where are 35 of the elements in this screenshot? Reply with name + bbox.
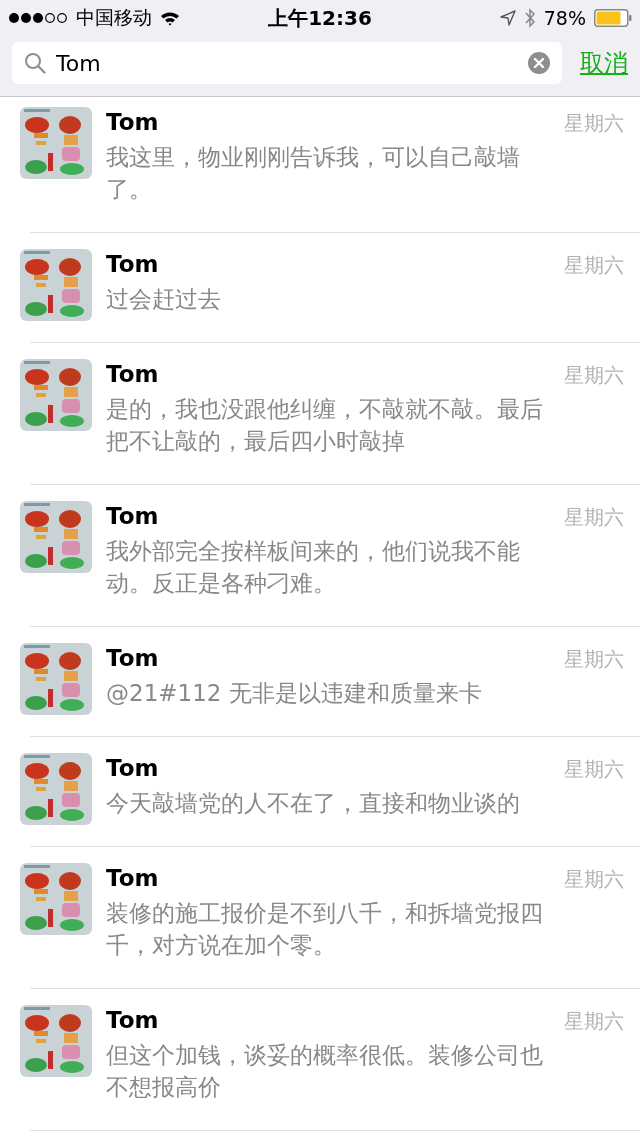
message-text: 是的，我也没跟他纠缠，不敲就不敲。最后把不让敲的，最后四小时敲掉	[106, 395, 544, 456]
message-time: 星期六	[564, 646, 624, 673]
message-text: 我外部完全按样板间来的，他们说我不能动。反正是各种刁难。	[106, 537, 521, 598]
message-text: 我这里，物业刚刚告诉我，可以自己敲墙了。	[106, 143, 521, 204]
contact-name: Tom	[106, 250, 159, 279]
battery-icon	[594, 9, 632, 27]
search-field[interactable]: Tom	[12, 42, 562, 84]
carrier-name: 中国移动	[76, 5, 152, 30]
battery-percent: 78%	[543, 7, 586, 29]
search-icon	[24, 52, 46, 74]
message-time: 星期六	[564, 504, 624, 531]
message-time: 星期六	[564, 866, 624, 893]
message-time: 星期六	[564, 362, 624, 389]
message-text: @21#112 无非是以违建和质量来卡	[106, 679, 483, 708]
contact-name: Tom	[106, 644, 159, 673]
contact-name: Tom	[106, 502, 159, 531]
message-time: 星期六	[564, 1008, 624, 1035]
contact-name: Tom	[106, 864, 159, 893]
message-time: 星期六	[564, 252, 624, 279]
message-text: 过会赶过去	[106, 285, 222, 314]
message-text: 装修的施工报价是不到八千，和拆墙党报四千，对方说在加个零。	[106, 899, 544, 960]
clear-icon[interactable]	[528, 52, 550, 74]
clock-time: 上午12:36	[268, 4, 372, 32]
message-text: 今天敲墙党的人不在了，直接和物业谈的	[106, 789, 521, 818]
message-time: 星期六	[564, 756, 624, 783]
contact-name: Tom	[106, 1006, 159, 1035]
contact-name: Tom	[106, 360, 159, 389]
signal-icon	[8, 12, 68, 24]
contact-name: Tom	[106, 754, 159, 783]
wifi-icon	[160, 10, 180, 26]
location-arrow-icon	[499, 10, 516, 26]
contact-name: Tom	[106, 108, 159, 137]
message-time: 星期六	[564, 110, 624, 137]
message-text: 但这个加钱，谈妥的概率很低。装修公司也不想报高价	[106, 1041, 544, 1102]
bluetooth-icon	[523, 8, 536, 28]
